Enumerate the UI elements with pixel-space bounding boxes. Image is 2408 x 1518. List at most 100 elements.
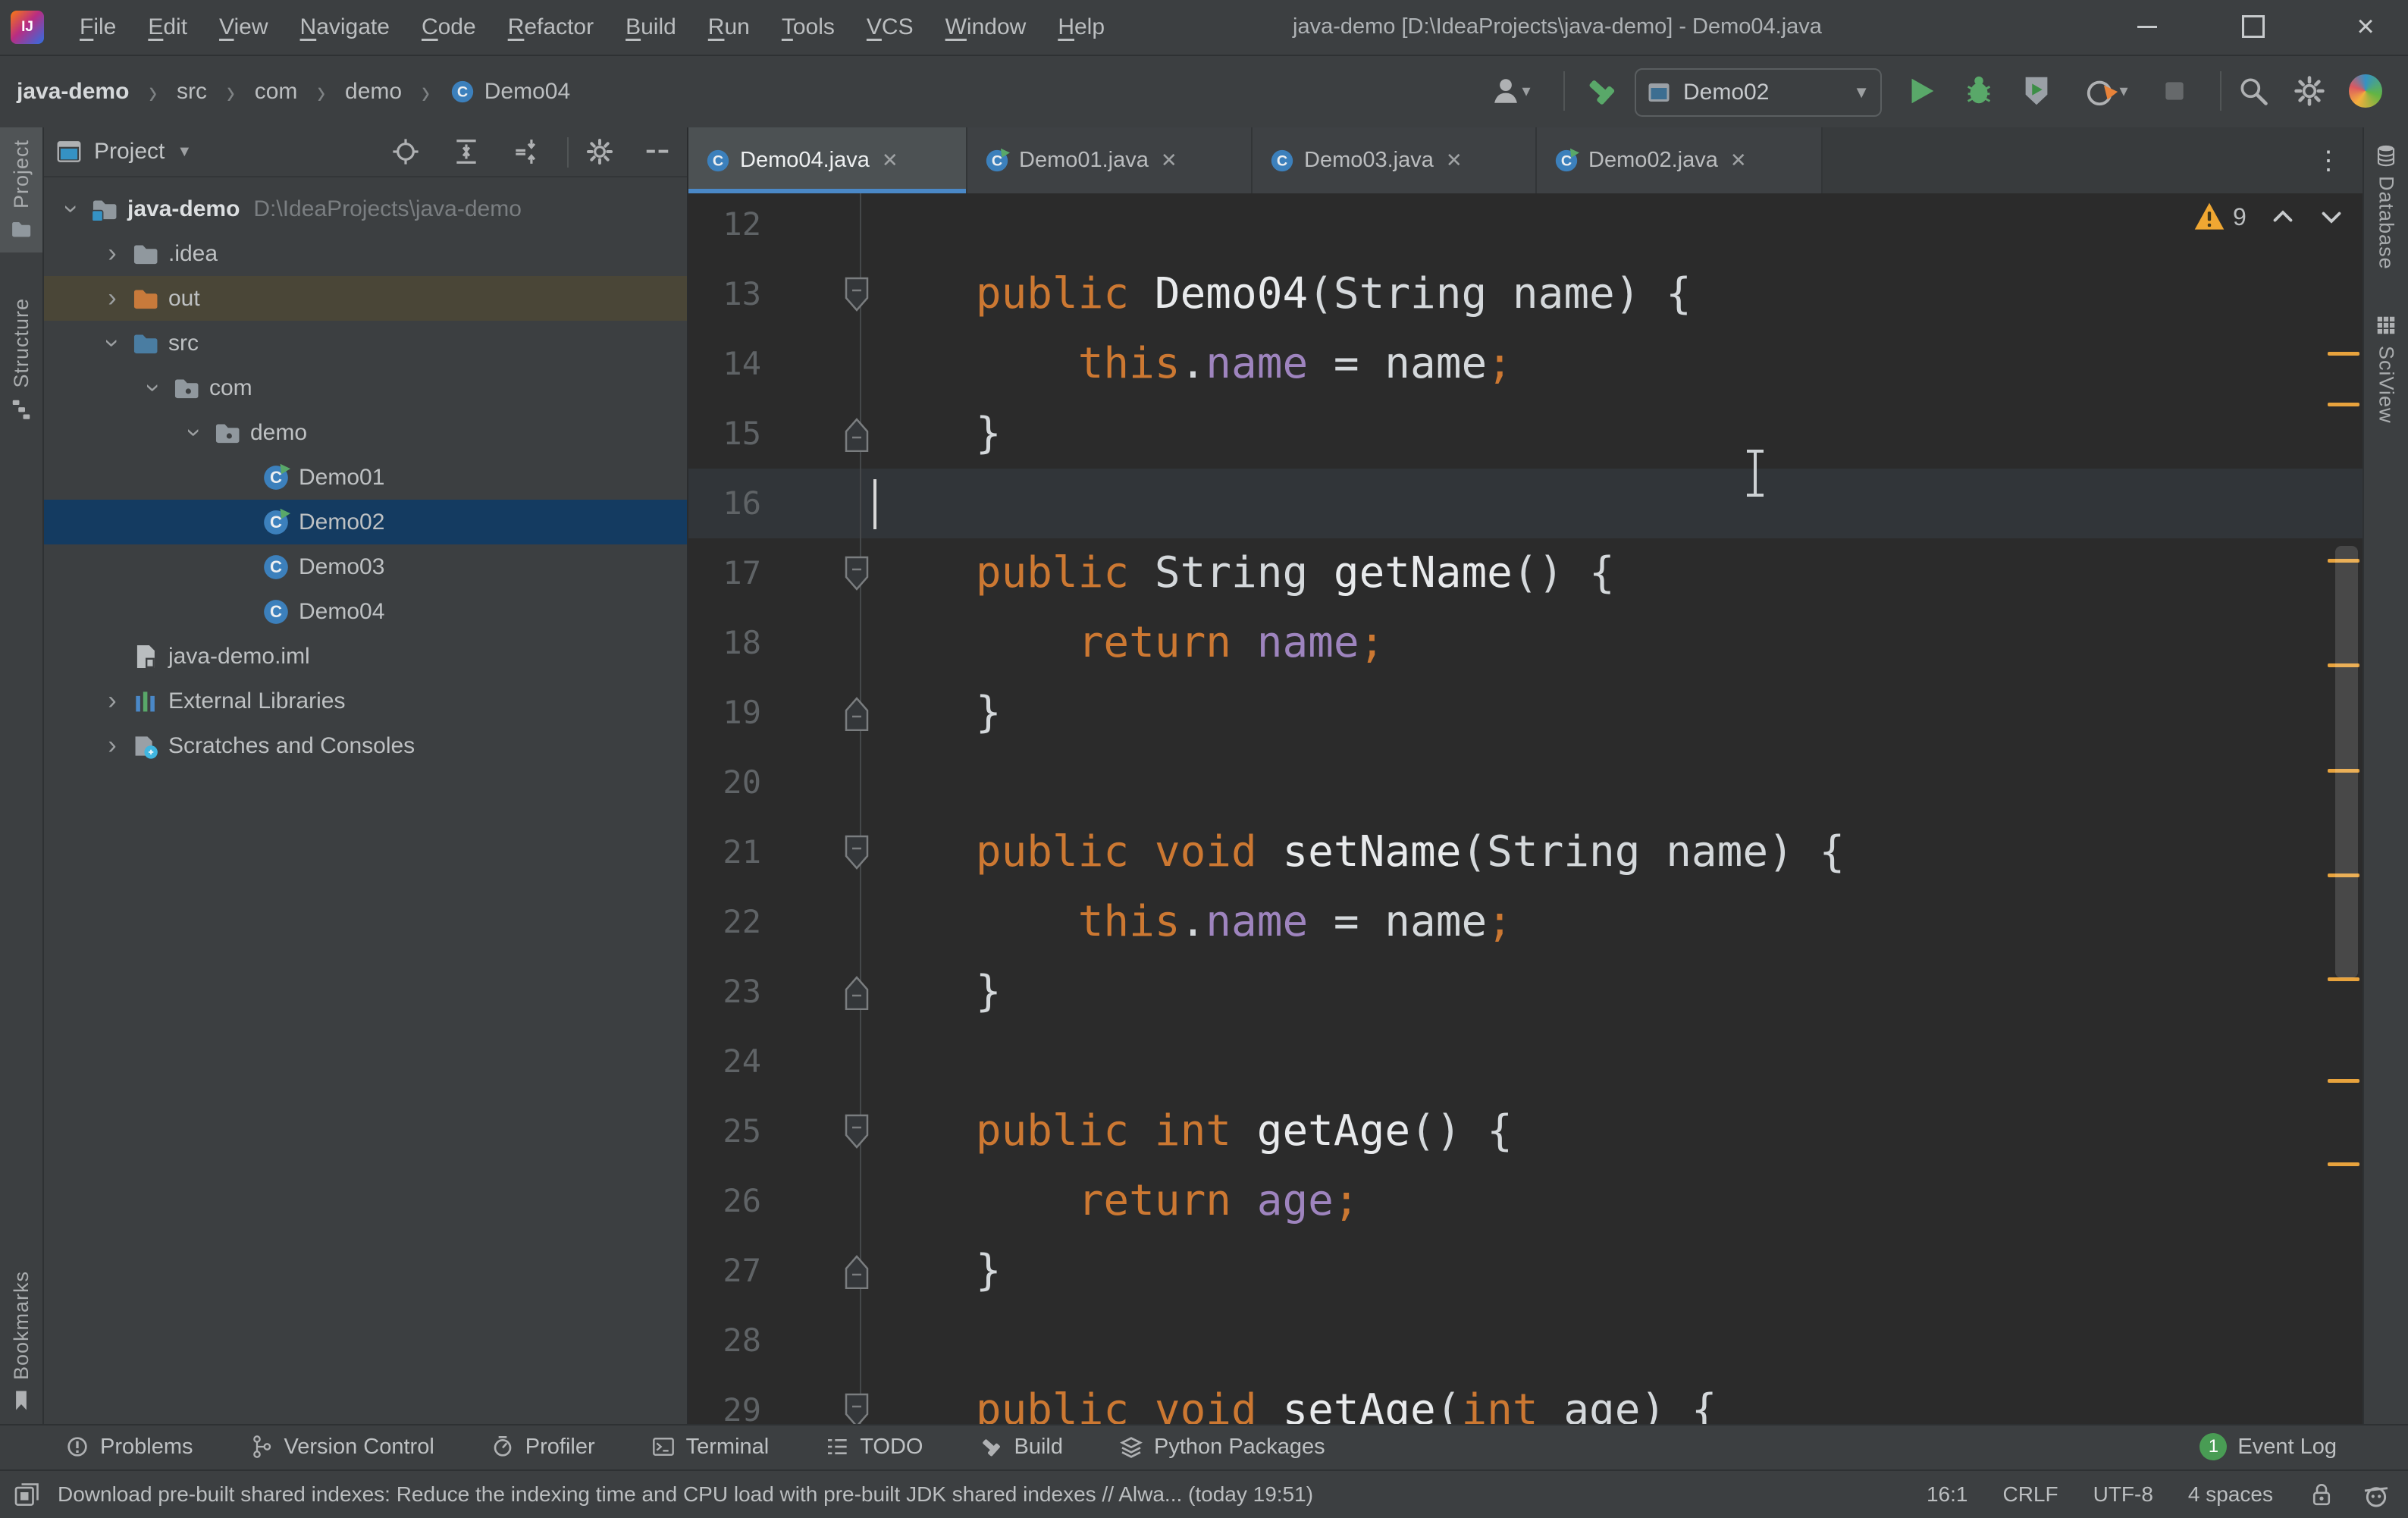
fold-marker-end[interactable] [840, 1253, 873, 1289]
code-line-15[interactable]: 15 } [688, 399, 2363, 469]
menu-help[interactable]: Help [1042, 1, 1121, 54]
project-panel-title[interactable]: Project [94, 139, 165, 165]
editor-tab-demo03.java[interactable]: CDemo03.java✕ [1253, 127, 1537, 193]
line-number[interactable]: 22 [688, 887, 761, 957]
hide-panel-button[interactable] [643, 137, 672, 166]
maximize-button[interactable] [2218, 0, 2288, 53]
breadcrumb-item-demo[interactable]: demo [345, 79, 402, 105]
tool-window-button-python-packages[interactable]: Python Packages [1119, 1435, 1325, 1460]
tool-window-button-todo[interactable]: TODO [825, 1435, 923, 1460]
tool-window-button-profiler[interactable]: Profiler [491, 1435, 595, 1460]
encoding-widget[interactable]: UTF-8 [2093, 1482, 2153, 1507]
tree-item-demo01[interactable]: CDemo01 [44, 455, 687, 500]
tree-item-demo03[interactable]: CDemo03 [44, 544, 687, 589]
line-number[interactable]: 15 [688, 399, 761, 469]
fold-marker-start[interactable] [840, 276, 873, 312]
line-separator-widget[interactable]: CRLF [2002, 1482, 2058, 1507]
fold-marker-end[interactable] [840, 695, 873, 731]
tool-window-switcher-icon[interactable] [14, 1481, 41, 1508]
chevron-expanded-icon[interactable]: › [139, 372, 168, 405]
previous-warning-button[interactable] [2269, 203, 2297, 231]
select-opened-file-button[interactable] [391, 137, 420, 166]
tool-window-button-version-control[interactable]: Version Control [249, 1435, 434, 1460]
code-editor[interactable]: 1213 public Demo04(String name) {14 this… [688, 193, 2363, 1424]
code-line-26[interactable]: 26 return age; [688, 1166, 2363, 1236]
more-tabs-icon[interactable]: ⋮ [2316, 127, 2341, 193]
chevron-expanded-icon[interactable]: › [98, 327, 127, 360]
tool-window-button-problems[interactable]: Problems [65, 1435, 193, 1460]
code-line-29[interactable]: 29 public void setAge(int age) { [688, 1375, 2363, 1424]
code-line-12[interactable]: 12 [688, 193, 2363, 259]
tree-item-external-libraries[interactable]: ›External Libraries [44, 679, 687, 723]
chevron-collapsed-icon[interactable]: › [96, 284, 129, 313]
code-line-20[interactable]: 20 [688, 748, 2363, 817]
collapse-all-button[interactable] [511, 137, 540, 166]
code-line-27[interactable]: 27 } [688, 1236, 2363, 1306]
tree-item-demo02[interactable]: CDemo02 [44, 500, 687, 544]
chevron-expanded-icon[interactable]: › [57, 193, 86, 226]
chevron-collapsed-icon[interactable]: › [96, 239, 129, 268]
code-line-16[interactable]: 16 [688, 469, 2363, 538]
line-number[interactable]: 28 [688, 1306, 761, 1375]
run-configuration-select[interactable]: Demo02 ▼ [1635, 68, 1882, 117]
fold-marker-end[interactable] [840, 974, 873, 1010]
menu-window[interactable]: Window [930, 1, 1043, 54]
tool-stripe-sciview[interactable]: SciView [2365, 302, 2407, 436]
line-number[interactable]: 24 [688, 1027, 761, 1096]
menu-edit[interactable]: Edit [132, 1, 203, 54]
tree-item--idea[interactable]: ›.idea [44, 231, 687, 276]
line-number[interactable]: 12 [688, 193, 761, 259]
expand-all-button[interactable] [452, 137, 481, 166]
menu-view[interactable]: View [203, 1, 284, 54]
menu-refactor[interactable]: Refactor [492, 1, 610, 54]
event-log-button[interactable]: 1 Event Log [2199, 1433, 2337, 1460]
status-message[interactable]: Download pre-built shared indexes: Reduc… [58, 1482, 1313, 1507]
line-number[interactable]: 17 [688, 538, 761, 608]
line-number[interactable]: 23 [688, 957, 761, 1027]
code-line-13[interactable]: 13 public Demo04(String name) { [688, 259, 2363, 329]
line-number[interactable]: 29 [688, 1375, 761, 1424]
line-number[interactable]: 13 [688, 259, 761, 329]
readonly-lock-icon[interactable] [2308, 1481, 2335, 1508]
tree-item-src[interactable]: ›src [44, 321, 687, 365]
warning-icon[interactable] [2193, 201, 2225, 233]
menu-vcs[interactable]: VCS [851, 1, 930, 54]
breadcrumb-item-Demo04[interactable]: Demo04 [484, 79, 570, 105]
run-with-coverage-button[interactable] [2017, 67, 2056, 115]
menu-tools[interactable]: Tools [766, 1, 851, 54]
tab-close-icon[interactable]: ✕ [1161, 149, 1177, 172]
menu-navigate[interactable]: Navigate [284, 1, 406, 54]
fold-marker-start[interactable] [840, 1392, 873, 1424]
fold-marker-end[interactable] [840, 416, 873, 452]
line-number[interactable]: 14 [688, 329, 761, 399]
tool-window-button-terminal[interactable]: Terminal [651, 1435, 770, 1460]
line-number[interactable]: 16 [688, 469, 761, 538]
chevron-expanded-icon[interactable]: › [180, 416, 209, 450]
code-line-18[interactable]: 18 return name; [688, 608, 2363, 678]
minimize-button[interactable] [2112, 0, 2182, 53]
code-line-17[interactable]: 17 public String getName() { [688, 538, 2363, 608]
tool-stripe-bookmarks[interactable]: Bookmarks [0, 1259, 42, 1424]
tree-item-scratches-and-consoles[interactable]: ›Scratches and Consoles [44, 723, 687, 768]
fold-marker-start[interactable] [840, 1113, 873, 1149]
tool-window-button-build[interactable]: Build [979, 1435, 1063, 1460]
search-everywhere-button[interactable] [2234, 67, 2273, 115]
tree-item-demo04[interactable]: CDemo04 [44, 589, 687, 634]
ide-features-button[interactable] [2346, 67, 2385, 115]
menu-code[interactable]: Code [406, 1, 492, 54]
tree-item-out[interactable]: ›out [44, 276, 687, 321]
editor-scrollbar[interactable] [2335, 546, 2358, 978]
line-number[interactable]: 19 [688, 678, 761, 748]
code-line-23[interactable]: 23 } [688, 957, 2363, 1027]
user-account-button[interactable]: ▾ [1491, 67, 1530, 115]
editor-tab-demo01.java[interactable]: CDemo01.java✕ [967, 127, 1253, 193]
line-number[interactable]: 21 [688, 817, 761, 887]
code-line-14[interactable]: 14 this.name = name; [688, 329, 2363, 399]
line-number[interactable]: 20 [688, 748, 761, 817]
close-button[interactable]: × [2326, 0, 2405, 53]
tree-item-java-demo[interactable]: ›java-demoD:\IdeaProjects\java-demo [44, 187, 687, 231]
next-warning-button[interactable] [2318, 203, 2345, 231]
breadcrumb-item-src[interactable]: src [177, 79, 207, 105]
breadcrumb-item-java-demo[interactable]: java-demo [17, 79, 129, 105]
chevron-collapsed-icon[interactable]: › [96, 731, 129, 761]
